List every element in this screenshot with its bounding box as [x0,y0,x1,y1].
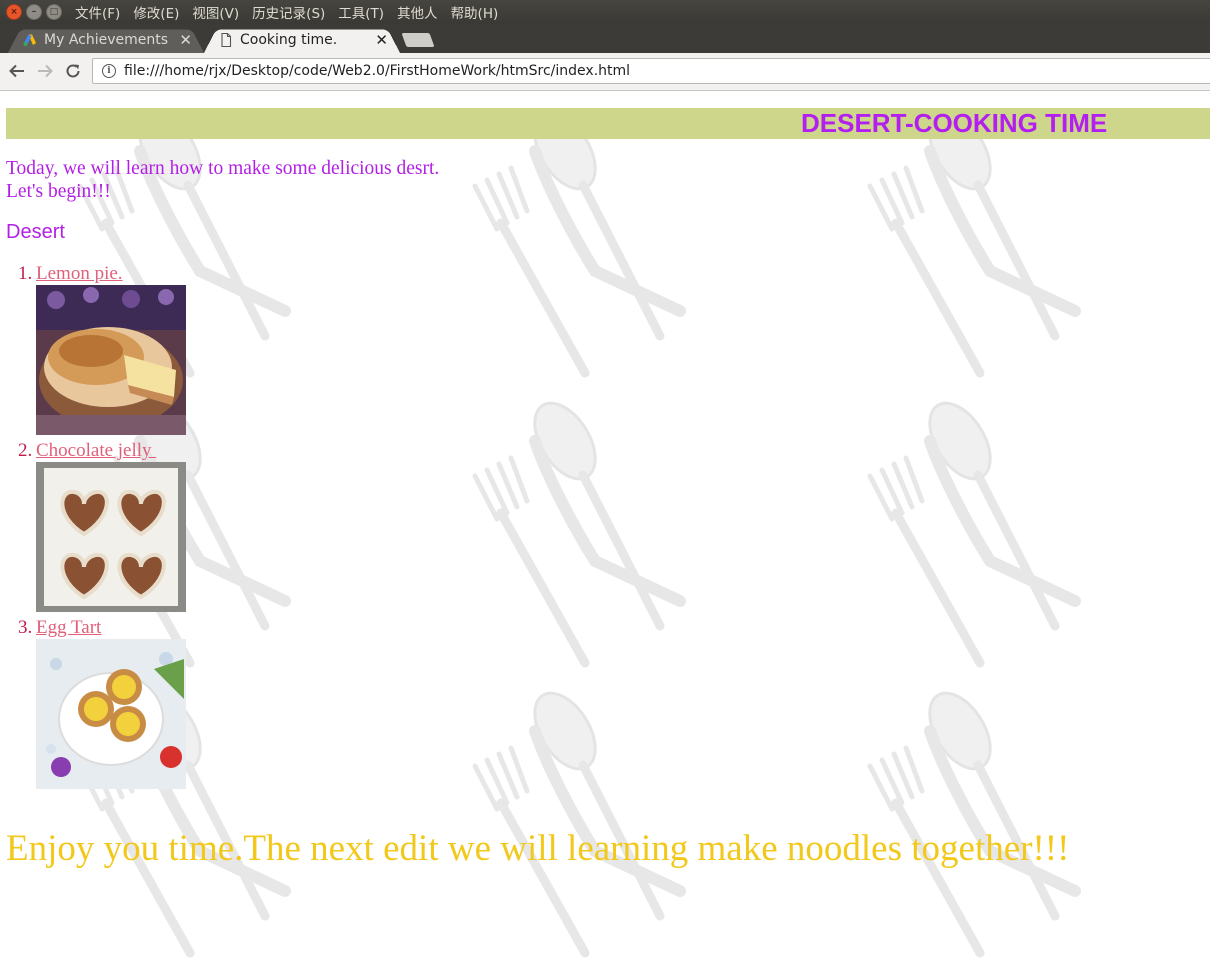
reload-icon[interactable] [62,60,84,82]
dessert-link-chocolate-jelly[interactable]: Chocolate jelly [36,440,156,462]
tab-cooking-time[interactable]: Cooking time. ✕ [204,26,400,53]
lemon-meringue-pie-photo [36,285,186,435]
window-minimize-icon[interactable]: – [26,4,42,20]
url-text: file:///home/rjx/Desktop/code/Web2.0/Fir… [124,63,631,79]
tab-title: My Achievements [44,31,169,48]
list-number: 2. [18,440,33,461]
intro-line: Let's begin!!! [6,181,111,202]
google-ads-logo-icon [22,32,38,48]
closing-message: Enjoy you time.The next edit we will lea… [6,828,1070,869]
back-arrow-icon[interactable] [6,60,28,82]
section-heading: Desert [6,221,65,243]
list-number: 1. [18,263,33,284]
menu-people[interactable]: 其他人 [397,2,438,22]
list-number: 3. [18,617,33,638]
page-viewport: DESERT-COOKING TIME Today, we will learn… [0,91,1210,962]
info-icon[interactable]: i [102,64,116,78]
menu-view[interactable]: 视图(V) [192,2,239,22]
menu-history[interactable]: 历史记录(S) [252,2,325,22]
close-tab-icon[interactable]: ✕ [375,31,388,49]
close-tab-icon[interactable]: ✕ [179,31,192,49]
intro-line: Today, we will learn how to make some de… [6,158,440,179]
browser-toolbar: i file:///home/rjx/Desktop/code/Web2.0/F… [0,53,1210,91]
menu-edit[interactable]: 修改(E) [133,2,179,22]
window-maximize-icon[interactable]: □ [46,4,62,20]
menu-help[interactable]: 帮助(H) [451,2,499,22]
menu-tools[interactable]: 工具(T) [338,2,384,22]
menu-file[interactable]: 文件(F) [75,2,120,22]
forward-arrow-icon[interactable] [34,60,56,82]
page-title: DESERT-COOKING TIME [801,108,1108,138]
os-menubar: × – □ 文件(F) 修改(E) 视图(V) 历史记录(S) 工具(T) 其他… [0,0,1210,24]
document-icon [218,32,234,48]
tab-my-achievements[interactable]: My Achievements ✕ [8,26,204,53]
egg-tart-plate-photo [36,639,186,789]
menu-list: 文件(F) 修改(E) 视图(V) 历史记录(S) 工具(T) 其他人 帮助(H… [75,2,511,22]
tab-title: Cooking time. [240,31,338,48]
dessert-link-lemon-pie[interactable]: Lemon pie. [36,263,123,285]
address-bar[interactable]: i file:///home/rjx/Desktop/code/Web2.0/F… [92,58,1210,84]
intro-text: Today, we will learn how to make some de… [6,157,439,203]
window-close-icon[interactable]: × [6,4,22,20]
heart-chocolate-jelly-photo [36,462,186,612]
dessert-link-egg-tart[interactable]: Egg Tart [36,617,101,639]
page-header: DESERT-COOKING TIME [6,108,1210,139]
tab-strip: My Achievements ✕ Cooking time. ✕ [0,24,1210,53]
new-tab-button[interactable] [401,33,435,47]
